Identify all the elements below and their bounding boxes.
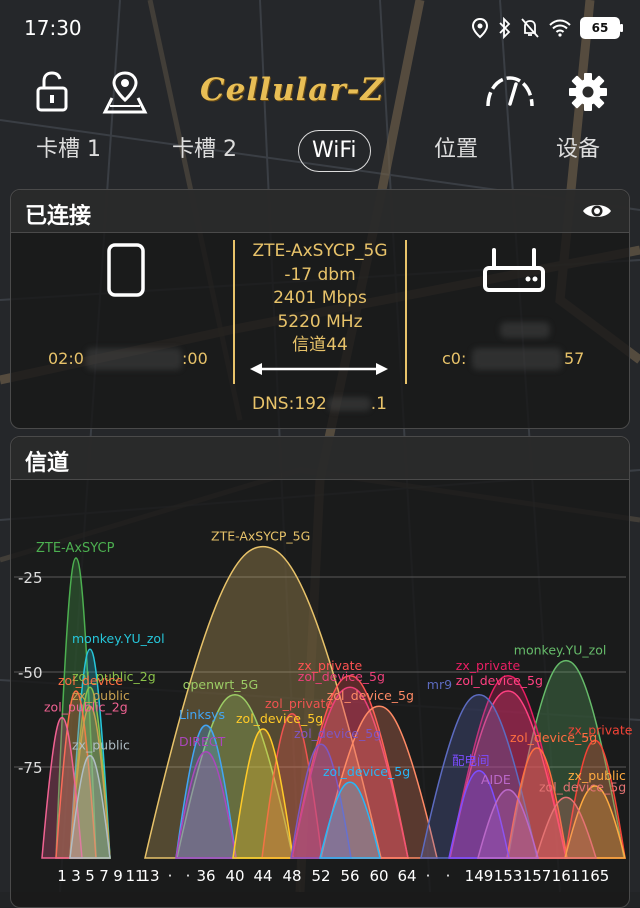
network-label: zol_device_5g: [294, 726, 381, 741]
network-label: zol_private: [265, 696, 333, 711]
network-label: mr9: [427, 677, 452, 692]
x-tick-label: 165: [581, 867, 610, 885]
x-tick-label: 40: [225, 867, 244, 885]
network-label: zx_private: [456, 658, 521, 673]
x-tick-label: 157: [523, 867, 552, 885]
network-label: zol_device_5g: [327, 688, 414, 703]
x-tick-label: 3: [71, 867, 81, 885]
x-tick-label: ·: [426, 867, 431, 885]
network-label: ZTE-AxSYCP_5G: [211, 529, 310, 544]
x-tick-label: 1: [57, 867, 67, 885]
x-tick-label: ·: [168, 867, 173, 885]
network-label: zol_device_5g: [323, 764, 410, 779]
network-label: zol_device: [58, 673, 123, 688]
network-label: Linksys: [179, 707, 225, 722]
x-tick-label: ·: [446, 867, 451, 885]
network-label: ZTE-AxSYCP: [36, 541, 115, 556]
network-label: 配电间: [452, 753, 490, 768]
network-label: zx_public: [72, 738, 130, 753]
y-tick-label: -25: [18, 569, 43, 587]
network-label: zol_public_2g: [44, 700, 128, 715]
x-tick-label: 153: [494, 867, 523, 885]
network-label: monkey.YU_zol: [72, 631, 165, 646]
network-label: AIDE: [481, 772, 511, 787]
network-label: zol_device_5g: [236, 711, 323, 726]
y-tick-label: -50: [18, 664, 43, 682]
x-tick-label: 36: [196, 867, 215, 885]
network-label: zol_device_5g: [510, 730, 597, 745]
network-label: openwrt_5G: [183, 677, 258, 692]
x-tick-label: 149: [465, 867, 494, 885]
x-tick-label: ·: [186, 867, 191, 885]
x-tick-label: 9: [113, 867, 123, 885]
x-tick-label: 64: [397, 867, 416, 885]
x-tick-label: 52: [311, 867, 330, 885]
network-label: zol_device_5g: [456, 673, 543, 688]
x-tick-label: 60: [369, 867, 388, 885]
network-label: zol_device_5g: [298, 669, 385, 684]
channel-chart: -25 -50 -75 ZTE-AxSYCP ZTE-AxSYCP_5G monkey.Y…: [14, 529, 633, 885]
network-label: monkey.YU_zol: [514, 643, 607, 658]
x-tick-label: 44: [253, 867, 272, 885]
x-tick-label: 5: [85, 867, 95, 885]
x-tick-label: 7: [99, 867, 109, 885]
network-label: DIRECT: [179, 734, 226, 749]
x-tick-label: 48: [282, 867, 301, 885]
x-tick-label: 56: [340, 867, 359, 885]
network-label: zol_device_5g: [539, 779, 626, 794]
x-tick-label: 161: [552, 867, 581, 885]
x-tick-label: 13: [140, 867, 159, 885]
y-tick-label: -75: [18, 759, 43, 777]
